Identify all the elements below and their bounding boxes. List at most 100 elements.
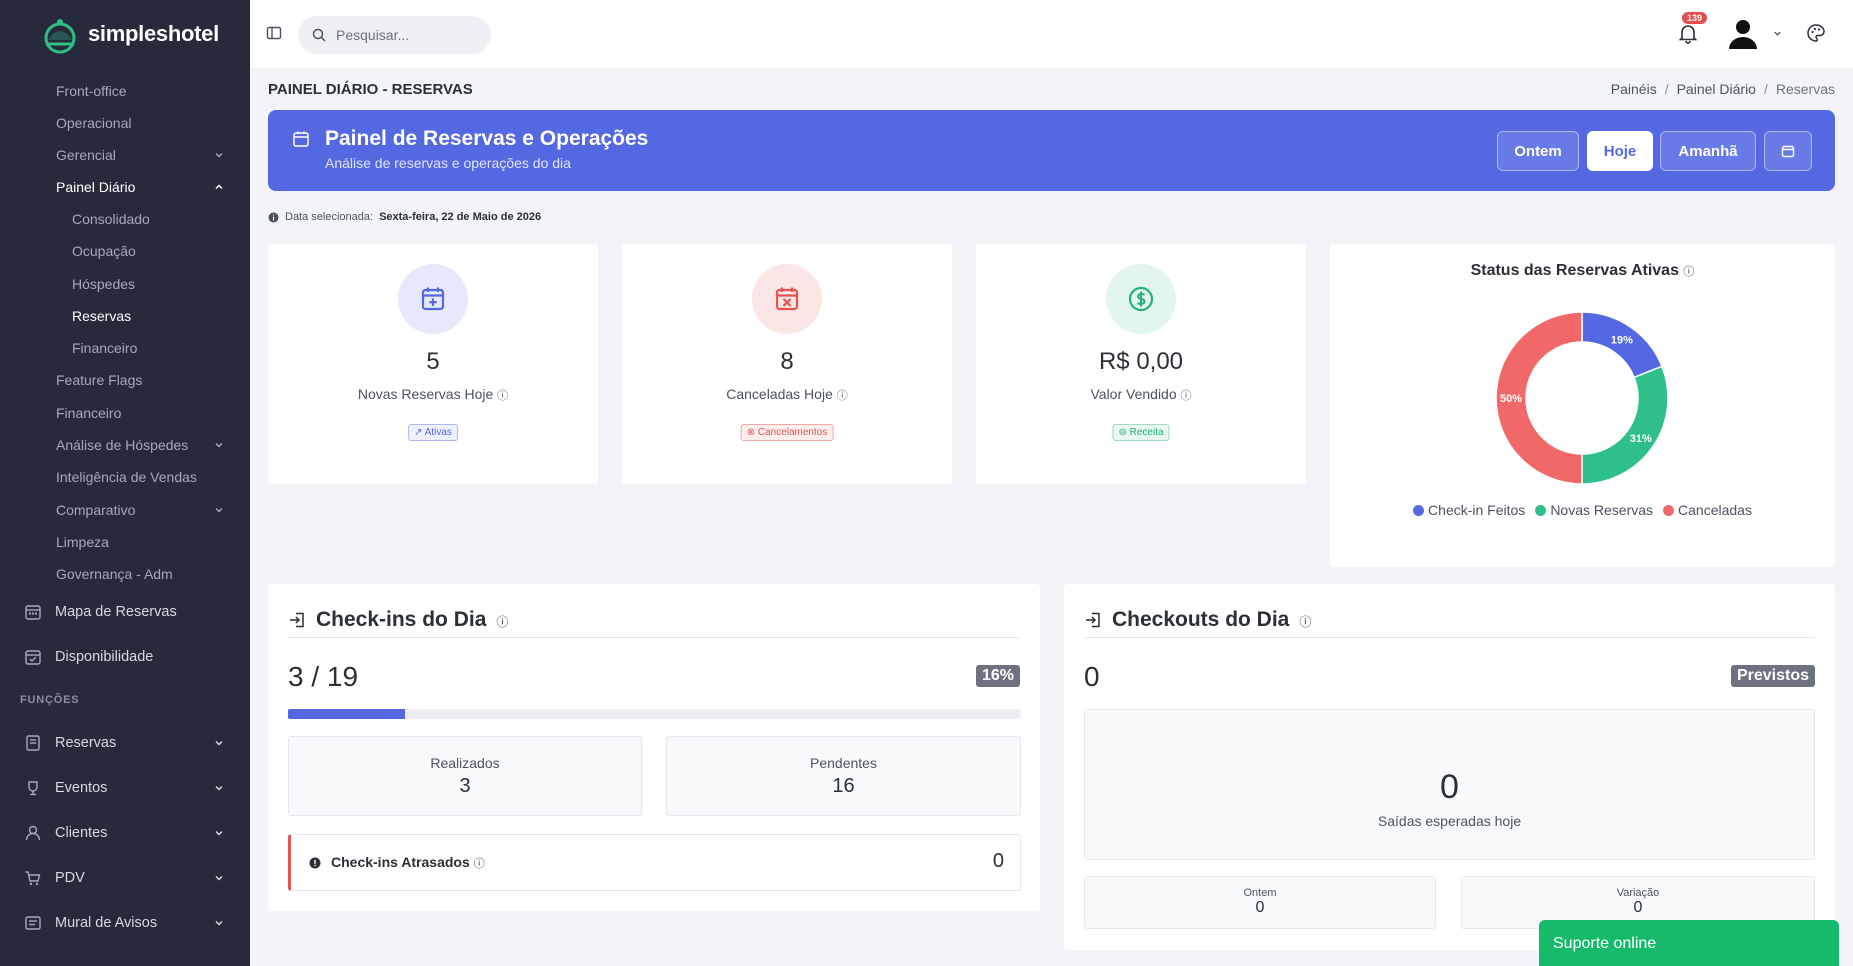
login-icon <box>290 612 304 627</box>
sidebar-item-ocupacao[interactable]: Ocupação <box>0 237 250 265</box>
sidebar-item-label: Consolidado <box>72 211 150 227</box>
stat-label: Canceladas Hoje ⓘ <box>622 386 952 403</box>
sidebar-item-comparativo[interactable]: Comparativo <box>0 496 250 524</box>
banner-subtitle: Análise de reservas e operações do dia <box>325 155 571 171</box>
legend-swatch <box>1535 505 1547 516</box>
stat-tag-text: Cancelamentos <box>757 427 828 438</box>
stat-card-novas-reservas: 5 Novas Reservas Hoje ⓘ ↗ Ativas <box>268 244 598 484</box>
info-icon[interactable]: ⓘ <box>1683 266 1694 278</box>
breadcrumb-item[interactable]: Painéis <box>1611 81 1657 97</box>
sidebar-item-feature-flags[interactable]: Feature Flags <box>0 366 250 394</box>
logout-icon <box>1086 612 1100 627</box>
chevron-down-icon <box>215 507 223 513</box>
breadcrumb-current: Reservas <box>1775 81 1835 97</box>
stat-label-text: Canceladas Hoje <box>726 386 833 402</box>
sidebar-item-inteligencia-vendas[interactable]: Inteligência de Vendas <box>0 463 250 491</box>
stat-label: Valor Vendido ⓘ <box>976 386 1306 403</box>
sidebar-item-label: Painel Diário <box>56 179 136 195</box>
chart-title-text: Status das Reservas Ativas <box>1470 262 1679 279</box>
support-chat-button[interactable]: Suporte online <box>1539 920 1839 966</box>
stat-value: 8 <box>780 348 794 375</box>
stat-tag: ⊜ Receita <box>1112 424 1170 441</box>
checkins-late-label: Check-ins Atrasados ⓘ <box>331 854 485 871</box>
bell-icon[interactable] <box>1677 22 1699 44</box>
calendar-plus-icon <box>421 287 445 311</box>
sidebar-item-label: Financeiro <box>56 405 122 421</box>
stat-tag: ↗ Ativas <box>408 424 458 441</box>
legend-item[interactable]: Check-in Feitos <box>1413 502 1525 518</box>
stat-label-text: Novas Reservas Hoje <box>357 386 494 402</box>
brand[interactable]: simpleshotel <box>0 0 250 68</box>
calendar-icon <box>1781 145 1795 158</box>
sidebar-item-clientes[interactable]: Clientes <box>0 819 250 847</box>
info-icon[interactable]: ⓘ <box>1181 390 1192 402</box>
sidebar-item-painel-diario[interactable]: Painel Diário <box>0 173 250 201</box>
section-title-funcoes: FUNÇÕES <box>20 694 80 706</box>
legend-label: Check-in Feitos <box>1428 502 1526 518</box>
palette-icon[interactable] <box>1806 23 1826 43</box>
chevron-down-icon <box>215 740 223 746</box>
breadcrumb-item[interactable]: Painel Diário <box>1677 81 1756 97</box>
sidebar-item-disponibilidade[interactable]: Disponibilidade <box>0 643 250 671</box>
day-button-amanha[interactable]: Amanhã <box>1660 131 1756 171</box>
sidebar-item-governanca-adm[interactable]: Governança - Adm <box>0 560 250 588</box>
sidebar-item-eventos[interactable]: Eventos <box>0 774 250 802</box>
sidebar-item-limpeza[interactable]: Limpeza <box>0 528 250 556</box>
sidebar-item-mapa-reservas[interactable]: Mapa de Reservas <box>0 598 250 626</box>
info-icon[interactable]: ⓘ <box>837 390 848 402</box>
sidebar-item-mural-avisos[interactable]: Mural de Avisos <box>0 909 250 937</box>
sidebar-item-label: PDV <box>55 870 85 886</box>
stat-label: Novas Reservas Hoje ⓘ <box>268 386 598 403</box>
banner-title: Painel de Reservas e Operações <box>325 127 649 150</box>
sidebar-item-label: Comparativo <box>56 502 136 518</box>
sidebar-item-front-office[interactable]: Front-office <box>0 77 250 105</box>
sidebar-item-analise-hospedes[interactable]: Análise de Hóspedes <box>0 431 250 459</box>
donut-slice-novas-reservas[interactable] <box>1581 365 1669 485</box>
checkouts-variation-label: Variação <box>1616 887 1660 899</box>
legend-item[interactable]: Novas Reservas <box>1535 502 1653 518</box>
legend-item[interactable]: Canceladas <box>1663 502 1752 518</box>
checkouts-yesterday-label: Ontem <box>1243 887 1277 899</box>
checkins-late-value: 0 <box>992 850 1004 872</box>
checkouts-yesterday-box: Ontem 0 <box>1084 876 1436 929</box>
sidebar-item-financeiro-panel[interactable]: Financeiro <box>0 334 250 362</box>
hotel-bell-logo-icon <box>44 19 76 54</box>
sidebar-item-pdv[interactable]: PDV <box>0 864 250 892</box>
page-title: PAINEL DIÁRIO - RESERVAS <box>268 81 473 98</box>
trophy-icon <box>28 781 38 796</box>
calendar-grid-icon <box>25 605 41 620</box>
info-icon[interactable]: ⓘ <box>474 858 485 870</box>
chevron-down-icon[interactable] <box>1773 29 1782 38</box>
stat-card-valor-vendido: R$ 0,00 Valor Vendido ⓘ ⊜ Receita <box>976 244 1306 484</box>
notification-badge: 139 <box>1682 12 1708 24</box>
checkins-late-row[interactable]: Check-ins Atrasados ⓘ 0 <box>288 834 1021 891</box>
day-button-hoje[interactable]: Hoje <box>1587 131 1653 171</box>
sidebar-item-label: Operacional <box>56 115 132 131</box>
info-icon[interactable]: ⓘ <box>1299 613 1311 630</box>
dashboard-banner: Painel de Reservas e Operações Análise d… <box>268 110 1835 191</box>
calendar-x-icon <box>775 287 799 311</box>
sidebar-item-hospedes[interactable]: Hóspedes <box>0 270 250 298</box>
sidebar-item-consolidado[interactable]: Consolidado <box>0 205 250 233</box>
day-button-ontem[interactable]: Ontem <box>1497 131 1579 171</box>
checkins-header: Check-ins do Dia ⓘ <box>288 602 1020 638</box>
sidebar-toggle-icon[interactable] <box>266 25 282 41</box>
sidebar-item-financeiro[interactable]: Financeiro <box>0 399 250 427</box>
chart-legend: Check-in Feitos Novas Reservas Canceladas <box>1330 502 1835 518</box>
stat-tag-text: Ativas <box>424 427 452 438</box>
sidebar-item-reservas-panel[interactable]: Reservas <box>0 302 250 330</box>
date-picker-button[interactable] <box>1764 131 1812 171</box>
donut-slice-label: 50% <box>1500 393 1522 405</box>
info-icon[interactable]: ⓘ <box>497 390 508 402</box>
avatar-icon[interactable] <box>1726 16 1760 50</box>
stat-icon-wrap <box>398 264 468 334</box>
sidebar-item-label: Feature Flags <box>56 372 143 388</box>
sidebar-item-reservas[interactable]: Reservas <box>0 729 250 757</box>
search-input[interactable] <box>336 27 476 43</box>
info-icon[interactable]: ⓘ <box>496 613 508 630</box>
book-icon <box>26 735 40 751</box>
search-box[interactable] <box>298 16 491 54</box>
chart-title: Status das Reservas Ativas ⓘ <box>1330 262 1835 280</box>
sidebar-item-operacional[interactable]: Operacional <box>0 109 250 137</box>
sidebar-item-gerencial[interactable]: Gerencial <box>0 141 250 169</box>
